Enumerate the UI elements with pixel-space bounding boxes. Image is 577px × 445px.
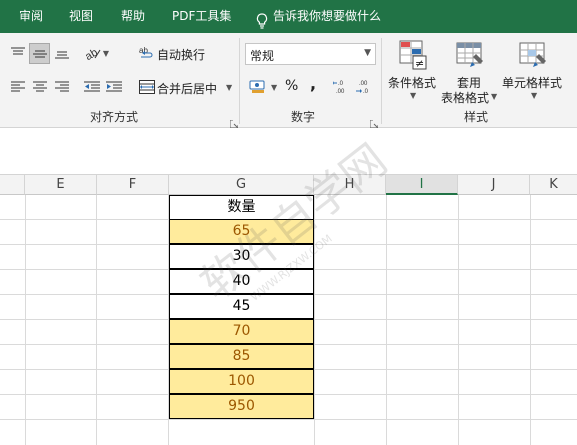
ribbon-tab-bar: 审阅 视图 帮助 PDF工具集 告诉我你想要做什么 [0,0,577,33]
row-header-corner [0,175,25,195]
column-header-k[interactable]: K [530,175,577,195]
svg-text:.00: .00 [359,81,368,87]
decrease-decimal-icon[interactable]: .00.0 [355,77,375,97]
merge-center-icon[interactable] [138,77,156,97]
gridline [314,195,315,445]
svg-text:.0: .0 [363,89,369,95]
formula-bar-area [0,128,577,175]
align-top-icon[interactable] [8,43,28,63]
column-header-j[interactable]: J [458,175,530,195]
svg-text:≠: ≠ [415,57,424,70]
format-as-table-icon[interactable] [455,39,487,71]
column-header-f[interactable]: F [97,175,169,195]
accounting-format-icon[interactable] [247,77,269,97]
table-row-cell[interactable]: 65 [169,219,314,244]
styles-group-label: 样式 [464,110,489,124]
cell-g-header[interactable]: 数量 [169,195,314,220]
align-middle-icon[interactable] [29,43,50,64]
align-left-icon[interactable] [8,77,28,97]
tell-me-label: 告诉我你想要做什么 [273,9,382,23]
table-row-cell[interactable]: 100 [169,369,314,394]
align-bottom-icon[interactable] [52,43,72,63]
alignment-launcher-icon[interactable] [229,113,239,129]
group-separator [381,38,382,124]
lightbulb-icon [256,9,268,29]
cell-styles-dropdown-icon[interactable]: ▼ [531,91,537,100]
table-row-cell[interactable]: 85 [169,344,314,369]
gridline [25,195,26,445]
conditional-formatting-icon[interactable]: ≠ [397,39,429,71]
tab-pdf-tools[interactable]: PDF工具集 [172,0,231,33]
decrease-indent-icon[interactable] [82,77,102,97]
number-format-value: 常规 [250,49,275,63]
tab-help[interactable]: 帮助 [121,0,145,33]
svg-text:.0: .0 [338,81,344,87]
conditional-formatting-button[interactable]: 条件格式 [388,74,436,91]
worksheet-grid[interactable]: E F G H I J K 数量 65 30 40 45 70 85 100 9… [0,175,577,445]
column-header-g[interactable]: G [169,175,314,195]
cell-styles-button[interactable]: 单元格样式 [502,74,562,91]
accounting-dropdown-icon[interactable]: ▼ [271,83,277,92]
comma-style-button[interactable]: , [310,74,316,93]
wrap-text-icon[interactable]: ab [138,43,156,63]
cell-styles-icon[interactable] [518,39,550,71]
percent-style-button[interactable]: % [285,78,298,94]
number-launcher-icon[interactable] [369,113,379,129]
gridline [96,195,97,445]
increase-decimal-icon[interactable]: .0.00 [332,77,352,97]
tab-view[interactable]: 视图 [69,0,93,33]
gridline [386,195,387,445]
svg-text:.00: .00 [336,89,345,95]
table-row-cell[interactable]: 45 [169,294,314,319]
merge-center-button[interactable]: 合并后居中 [157,80,217,97]
gridline [458,195,459,445]
align-right-icon[interactable] [52,77,72,97]
wrap-text-button[interactable]: 自动换行 [157,46,205,63]
align-center-icon[interactable] [30,77,50,97]
format-as-table-line2[interactable]: 表格格式 [441,89,489,106]
chevron-down-icon: ▼ [364,48,371,58]
column-header-h[interactable]: H [314,175,386,195]
column-header-i[interactable]: I [386,175,458,195]
ribbon: ab ▼ ab 自动换行 合并后居中 ▼ 对齐方式 常规 ▼ ▼ % , .0.… [0,33,577,129]
orientation-icon[interactable]: ab ▼ [82,43,112,63]
table-row-cell[interactable]: 30 [169,244,314,269]
tell-me-box[interactable]: 告诉我你想要做什么 [256,0,381,33]
tab-review[interactable]: 审阅 [19,0,43,33]
table-row-cell[interactable]: 70 [169,319,314,344]
number-format-select[interactable]: 常规 ▼ [245,43,376,65]
group-separator [239,38,240,124]
conditional-dropdown-icon[interactable]: ▼ [410,91,416,100]
gridline [530,195,531,445]
table-row-cell[interactable]: 950 [169,394,314,419]
number-group-label: 数字 [291,110,316,124]
merge-dropdown-icon[interactable]: ▼ [226,83,232,92]
table-row-cell[interactable]: 40 [169,269,314,294]
column-header-e[interactable]: E [25,175,97,195]
alignment-group-label: 对齐方式 [90,110,139,124]
format-table-dropdown-icon[interactable]: ▼ [491,92,497,101]
gridline [0,419,577,420]
increase-indent-icon[interactable] [104,77,124,97]
